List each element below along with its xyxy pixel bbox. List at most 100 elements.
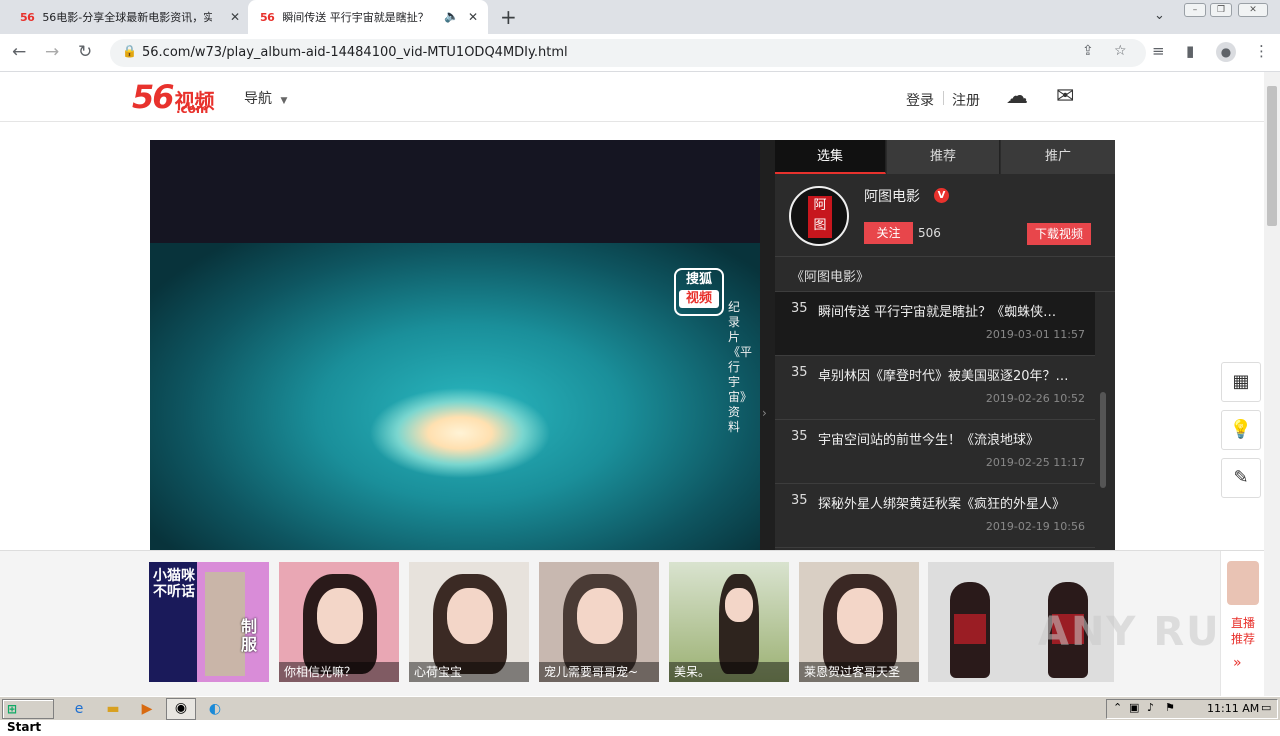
chevron-right-icon[interactable]: » [1233, 655, 1242, 671]
flag-icon[interactable]: ⚑ [1165, 701, 1175, 714]
tab-episodes[interactable]: 选集 [775, 140, 886, 174]
profile-icon[interactable]: ● [1216, 42, 1236, 62]
new-tab-button[interactable]: + [500, 5, 517, 29]
site-header: 56 视频 .com 导航 ▼ 登录 注册 ☁ ✉ [0, 72, 1264, 122]
browser-tab-active[interactable]: 56 瞬间传送 平行宇宙就是瞎扯？ 🔈 ✕ [248, 0, 488, 34]
episode-title[interactable]: 宇宙空间站的前世今生！《流浪地球》 [818, 429, 1078, 448]
divider [943, 91, 944, 105]
episode-number: 35 [791, 365, 808, 380]
lightbulb-icon[interactable]: 💡 [1221, 410, 1261, 450]
address-bar[interactable]: 🔒 56.com/w73/play_album-aid-14484100_vid… [110, 39, 1146, 67]
thumb-caption: 你相信光嘛？ [279, 662, 399, 682]
close-window-icon[interactable]: ✕ [1238, 3, 1268, 17]
verified-badge-icon: V [934, 188, 949, 203]
reload-icon[interactable]: ↻ [78, 42, 92, 62]
feedback-edit-icon[interactable]: ✎ [1221, 458, 1261, 498]
live-recommend-toggle[interactable]: 直播推荐 » [1220, 551, 1264, 697]
taskbar: ⊞ Start e ▬ ▶ ◉ ◐ ⌃ ▣ ♪ ⚑ 11:11 AM ▭ [0, 696, 1280, 734]
media-control-icon[interactable]: ≡ [1152, 42, 1165, 60]
ad-photo [205, 572, 245, 676]
chrome-taskbar-icon[interactable]: ◉ [166, 698, 196, 720]
minimize-icon[interactable]: – [1184, 3, 1206, 17]
site-favicon: 56 [20, 10, 35, 24]
list-item[interactable]: 35 宇宙空间站的前世今生！《流浪地球》 2019-02-25 11:17 [775, 420, 1095, 484]
close-tab-icon[interactable]: ✕ [230, 10, 240, 24]
tab-promote[interactable]: 推广 [1001, 140, 1115, 174]
streamer-face [577, 588, 623, 644]
clock: 11:11 AM [1207, 702, 1260, 715]
episode-scrollbar[interactable] [1100, 392, 1106, 488]
ad-banner[interactable]: 小猫咪不听话 制服 [149, 562, 269, 682]
live-thumb[interactable]: 心荷宝宝 [409, 562, 529, 682]
live-thumb[interactable]: 你相信光嘛？ [279, 562, 399, 682]
start-button[interactable]: ⊞ Start [2, 699, 54, 734]
restore-icon[interactable]: ❐ [1210, 3, 1232, 17]
episode-number: 35 [791, 429, 808, 444]
tab-title: 56电影-分享全球最新电影资讯，实时 [42, 11, 213, 24]
browser-tab-bar: 56 56电影-分享全球最新电影资讯，实时 ✕ 56 瞬间传送 平行宇宙就是瞎扯… [0, 0, 1280, 34]
follower-count: 506 [918, 226, 941, 240]
bookmark-star-icon[interactable]: ☆ [1114, 43, 1127, 59]
ie-icon[interactable]: e [70, 700, 88, 718]
show-desktop-icon[interactable]: ▭ [1261, 701, 1271, 714]
episode-title[interactable]: 卓别林因《摩登时代》被美国驱逐20年？… [818, 365, 1078, 384]
scrollbar-thumb[interactable] [1267, 86, 1277, 226]
episode-title[interactable]: 探秘外星人绑架黄廷秋案《疯狂的外星人》 [818, 493, 1078, 512]
thumb-caption: 莱恩贺过客哥天圣 [799, 662, 919, 682]
live-thumb[interactable]: 莱恩贺过客哥天圣 [799, 562, 919, 682]
channel-name[interactable]: 阿图电影 [864, 186, 920, 206]
close-tab-icon[interactable]: ✕ [468, 10, 478, 24]
media-player-icon[interactable]: ▶ [138, 700, 156, 718]
forward-icon[interactable]: → [45, 42, 59, 62]
volume-icon[interactable]: ♪ [1147, 701, 1154, 714]
channel-avatar[interactable]: 阿图 [789, 186, 849, 246]
streamer-face [725, 588, 753, 622]
tray-expand-icon[interactable]: ⌃ [1113, 701, 1122, 714]
system-tray: ⌃ ▣ ♪ ⚑ 11:11 AM ▭ [1106, 699, 1278, 719]
login-link[interactable]: 登录 [906, 90, 934, 110]
lock-icon[interactable]: 🔒 [122, 44, 137, 58]
download-video-button[interactable]: 下载视频 [1027, 223, 1091, 245]
video-player[interactable]: 搜狐 视频 纪录片《平行宇宙》资料 [150, 140, 760, 550]
network-icon[interactable]: ▣ [1129, 701, 1139, 714]
documentary-caption: 纪录片《平行宇宙》资料 [728, 300, 753, 434]
panel-collapse-handle[interactable]: › [760, 140, 775, 550]
page-scrollbar[interactable] [1264, 72, 1280, 696]
site-favicon: 56 [260, 10, 275, 24]
chevron-right-icon[interactable]: › [762, 406, 767, 420]
qr-code-icon[interactable]: ▦ [1221, 362, 1261, 402]
video-frame[interactable] [150, 243, 760, 550]
episode-number: 35 [791, 493, 808, 508]
seal-logo: 阿图 [808, 196, 832, 238]
mail-icon[interactable]: ✉ [1056, 84, 1074, 109]
follow-button[interactable]: 关注 [864, 222, 913, 244]
caret-down-icon: ▼ [280, 96, 288, 106]
tab-recommend[interactable]: 推荐 [887, 140, 1000, 174]
album-header: 《阿图电影》 [775, 256, 1115, 292]
share-icon[interactable]: ⇪ [1082, 43, 1094, 59]
live-thumb[interactable]: 美呆。 [669, 562, 789, 682]
list-item[interactable]: 35 探秘外星人绑架黄廷秋案《疯狂的外星人》 2019-02-19 10:56 [775, 484, 1095, 548]
edge-icon[interactable]: ◐ [206, 700, 224, 718]
upload-cloud-icon[interactable]: ☁ [1006, 84, 1028, 109]
list-item[interactable]: 35 卓别林因《摩登时代》被美国驱逐20年？… 2019-02-26 10:52 [775, 356, 1095, 420]
folder-icon[interactable]: ▬ [104, 700, 122, 718]
streamer-face [447, 588, 493, 644]
episode-title[interactable]: 瞬间传送 平行宇宙就是瞎扯？《蜘蛛侠… [818, 301, 1078, 320]
side-panel-icon[interactable]: ▮ [1186, 42, 1194, 60]
watermark-brand-top: 搜狐 [685, 272, 712, 287]
url-text[interactable]: 56.com/w73/play_album-aid-14484100_vid-M… [142, 45, 568, 60]
browser-tab[interactable]: 56 56电影-分享全球最新电影资讯，实时 ✕ [10, 0, 250, 34]
menu-kebab-icon[interactable]: ⋮ [1254, 42, 1269, 60]
list-item[interactable]: 35 瞬间传送 平行宇宙就是瞎扯？《蜘蛛侠… 2019-03-01 11:57 [775, 292, 1095, 356]
nav-label: 导航 [244, 91, 272, 107]
start-label: Start [7, 720, 42, 734]
live-thumb[interactable]: 宠儿需要哥哥宠~ [539, 562, 659, 682]
back-icon[interactable]: ← [12, 42, 26, 62]
nav-dropdown[interactable]: 导航 ▼ [244, 88, 287, 108]
tab-search-icon[interactable]: ⌄ [1154, 8, 1165, 23]
episode-date: 2019-02-25 11:17 [985, 456, 1085, 469]
register-link[interactable]: 注册 [952, 90, 980, 110]
audio-playing-icon[interactable]: 🔈 [444, 9, 459, 23]
site-logo[interactable]: 56 视频 .com [132, 78, 215, 116]
